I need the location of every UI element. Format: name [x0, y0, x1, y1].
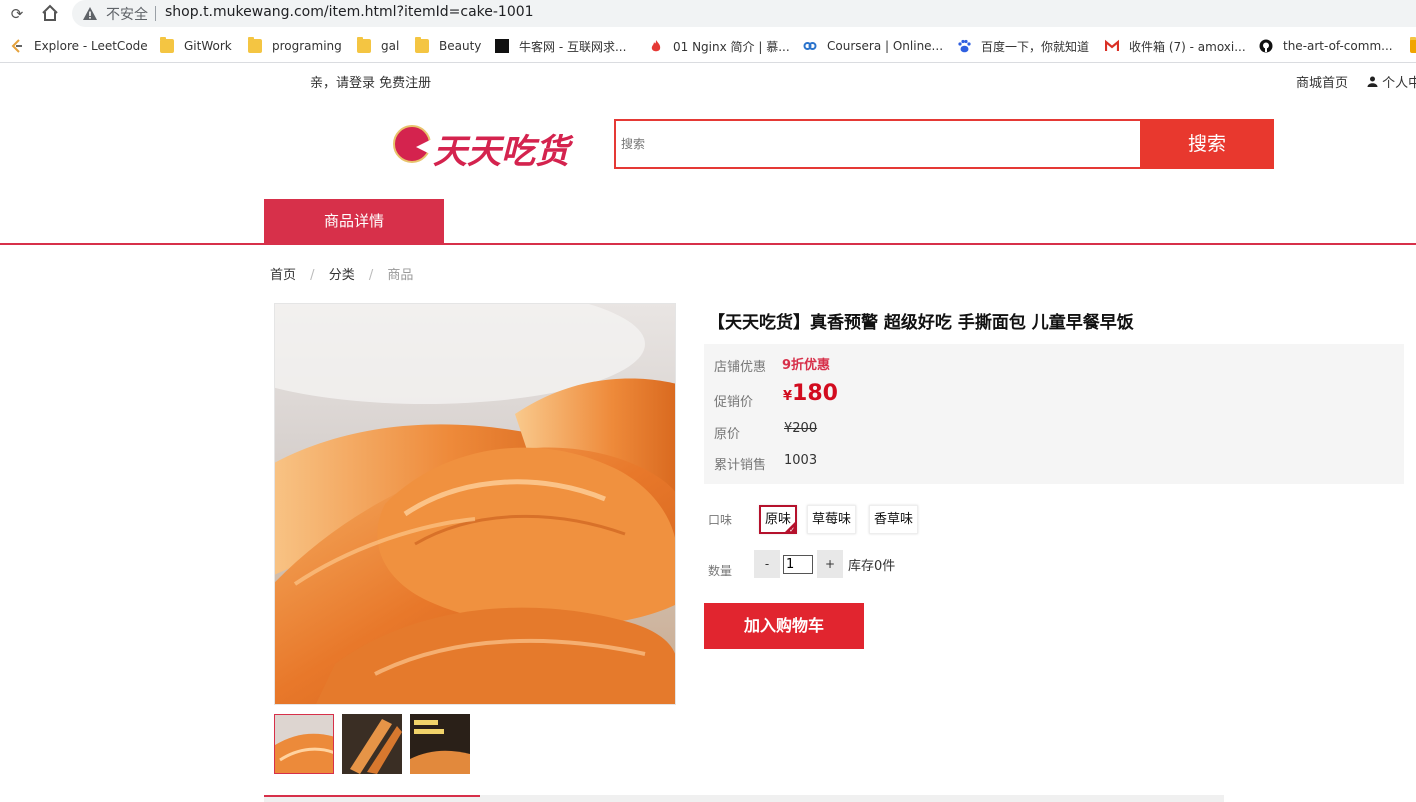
flavor-option-original[interactable]: 原味 [759, 505, 798, 535]
personal-center-link[interactable]: 个人中 [1367, 72, 1416, 91]
product-thumbnail[interactable] [274, 714, 334, 774]
folder-icon [1410, 37, 1416, 53]
bookmarks-bar: Explore - LeetCode GitWork programing ga… [0, 30, 1416, 63]
search-input[interactable] [616, 121, 1142, 167]
home-icon[interactable] [40, 4, 60, 24]
quantity-input[interactable] [783, 555, 813, 574]
site-logo[interactable]: 天天吃货 [433, 124, 569, 173]
sales-value: 1003 [784, 453, 818, 468]
nowcoder-icon [495, 39, 509, 53]
store-promo-label: 店铺优惠 [714, 360, 767, 375]
store-promo-value: 9折优惠 [782, 358, 831, 373]
reload-icon[interactable]: ⟳ [7, 4, 27, 24]
currency-symbol: ¥ [783, 389, 793, 404]
breadcrumb-separator: / [310, 268, 315, 283]
baidu-paw-icon [957, 39, 971, 53]
folder-icon [248, 37, 262, 53]
original-price: ¥200 [784, 421, 818, 436]
browser-address-bar: ⟳ 不安全 shop.t.mukewang.com/item.html?item… [0, 0, 1416, 28]
login-links: 亲，请登录 免费注册 [310, 72, 431, 91]
bookmark-gal[interactable]: gal [357, 37, 399, 55]
flavor-label: 口味 [708, 513, 733, 527]
breadcrumb-home[interactable]: 首页 [270, 264, 296, 283]
stock-text: 库存0件 [848, 559, 896, 574]
promo-price-label: 促销价 [714, 395, 754, 410]
bookmark-beauty[interactable]: Beauty [415, 37, 481, 55]
login-link[interactable]: 亲，请登录 [310, 76, 375, 91]
bookmark-nowcoder[interactable]: 牛客网 - 互联网求... [495, 37, 626, 55]
insecure-label: 不安全 [106, 7, 148, 23]
breadcrumb-current: 商品 [387, 268, 414, 283]
add-to-cart-button[interactable]: 加入购物车 [704, 603, 864, 649]
url-field[interactable]: 不安全 shop.t.mukewang.com/item.html?itemId… [72, 0, 1416, 27]
fire-icon [649, 39, 663, 53]
leetcode-icon [10, 39, 24, 53]
bookmark-coursera[interactable]: Coursera | Online... [803, 37, 943, 55]
original-price-label: 原价 [714, 427, 741, 442]
warning-icon[interactable] [82, 6, 98, 22]
folder-icon [357, 37, 371, 53]
github-icon [1259, 39, 1273, 53]
register-link[interactable]: 免费注册 [379, 76, 431, 91]
breadcrumb-separator: / [368, 268, 374, 283]
flavor-option-strawberry[interactable]: 草莓味 [807, 505, 857, 534]
breadcrumb-category[interactable]: 分类 [329, 264, 355, 283]
promo-price-value: 180 [792, 381, 838, 406]
bookmark-gmail[interactable]: 收件箱 (7) - amoxi... [1104, 37, 1246, 55]
url-divider [155, 6, 156, 21]
bookmark-gitwork[interactable]: GitWork [160, 37, 232, 55]
product-main-image[interactable] [274, 303, 676, 705]
product-title: 【天天吃货】真香预警 超级好吃 手撕面包 儿童早餐早饭 [708, 313, 1134, 333]
promo-price: ¥180 [783, 381, 838, 406]
product-thumbnail[interactable] [342, 714, 402, 774]
folder-icon [160, 37, 174, 53]
tab-underline [0, 243, 1416, 245]
search-button[interactable]: 搜索 [1140, 119, 1274, 169]
sales-label: 累计销售 [714, 458, 767, 473]
logo-icon[interactable] [393, 125, 432, 163]
product-thumbnail[interactable] [410, 714, 470, 774]
coursera-icon [803, 39, 817, 53]
mall-home-link[interactable]: 商城首页 [1296, 72, 1348, 91]
quantity-increase-button[interactable]: + [817, 550, 843, 578]
bookmark-overflow[interactable] [1410, 37, 1416, 55]
search-box [614, 119, 1142, 169]
gmail-icon [1104, 39, 1120, 53]
folder-icon [415, 37, 429, 53]
url-text[interactable]: shop.t.mukewang.com/item.html?itemId=cak… [165, 4, 534, 20]
quantity-label: 数量 [708, 564, 733, 578]
bookmark-github[interactable]: the-art-of-comm... [1259, 37, 1393, 55]
flavor-option-vanilla[interactable]: 香草味 [869, 505, 919, 534]
user-icon [1367, 76, 1382, 91]
bookmark-nginx[interactable]: 01 Nginx 简介 | 慕... [649, 37, 790, 55]
bookmark-leetcode[interactable]: Explore - LeetCode [10, 37, 148, 55]
detail-tab-active-indicator [264, 795, 480, 797]
breadcrumb: 首页 / 分类 / 商品 [270, 264, 413, 283]
quantity-decrease-button[interactable]: - [754, 550, 780, 578]
tab-product-detail[interactable]: 商品详情 [264, 199, 444, 244]
bookmark-programing[interactable]: programing [248, 37, 342, 55]
bookmark-baidu[interactable]: 百度一下，你就知道 [957, 37, 1089, 55]
